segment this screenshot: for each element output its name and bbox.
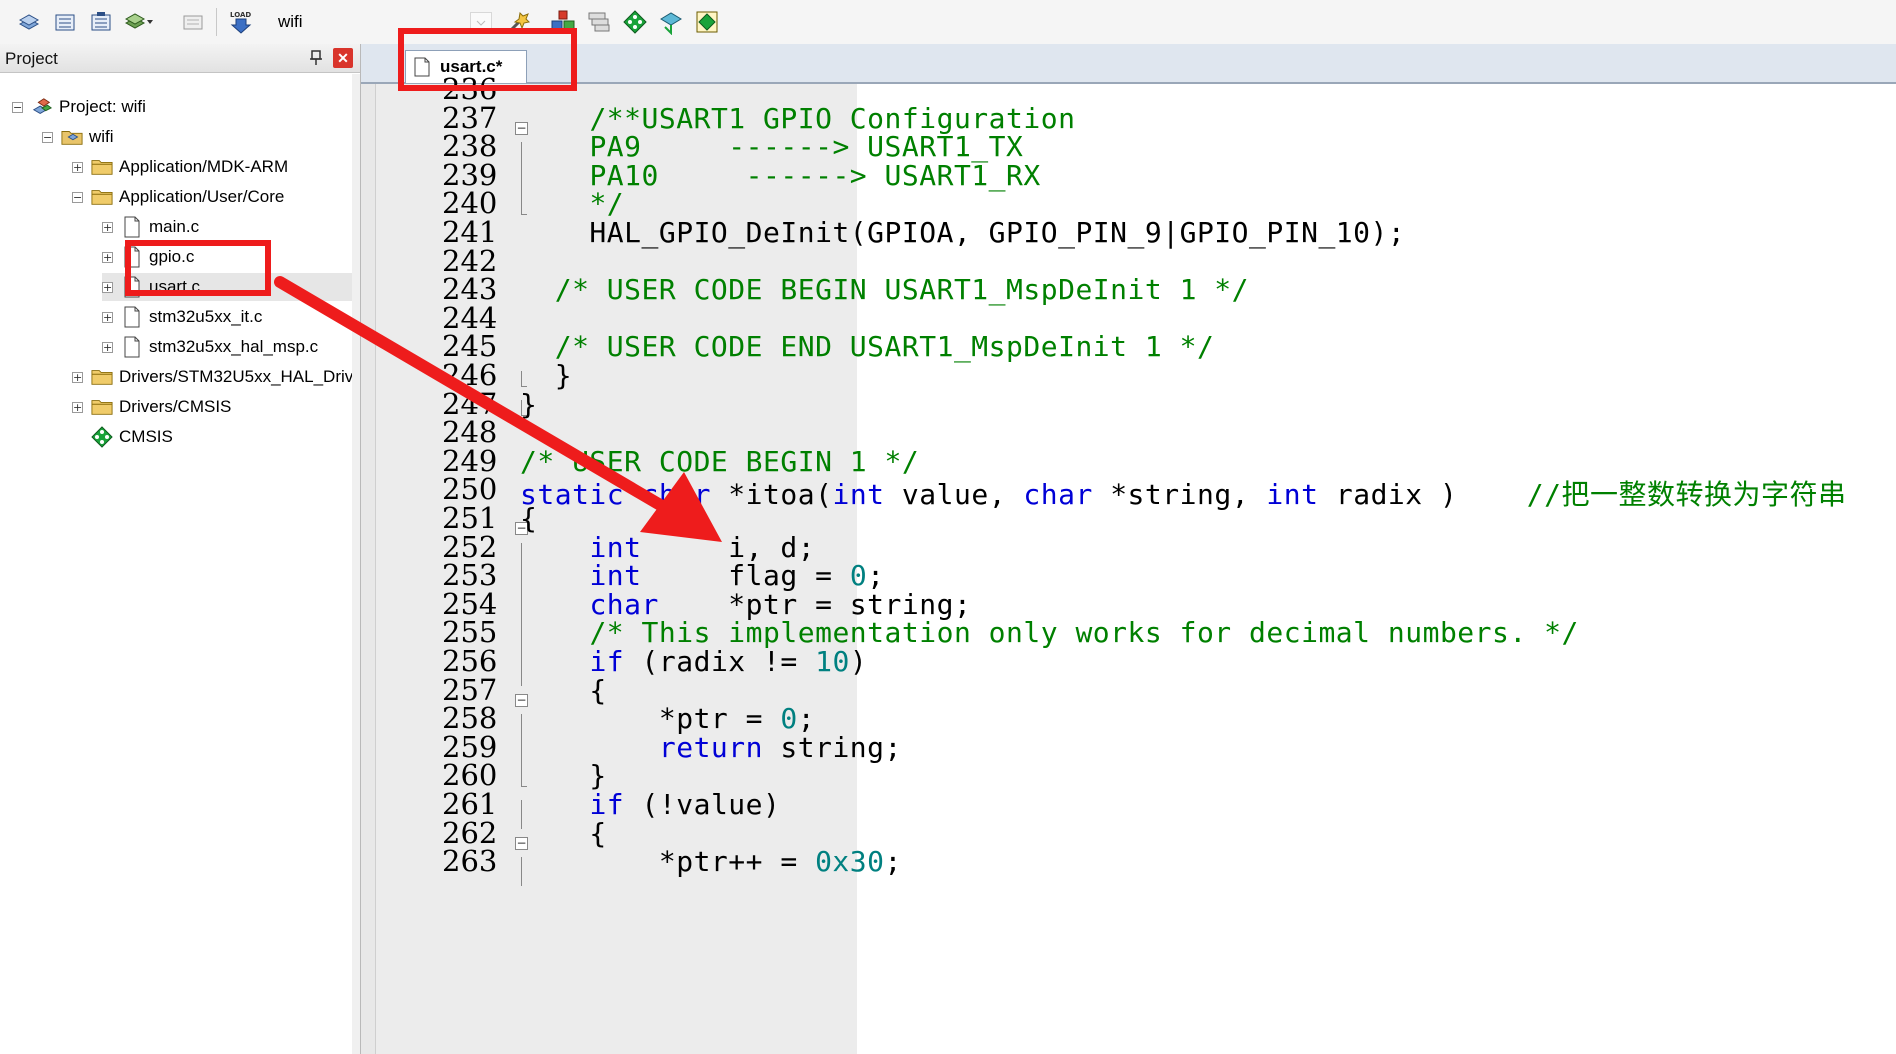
- code-line: *ptr++ = 0x30;: [520, 845, 902, 878]
- project-pane-title: Project: [5, 49, 58, 68]
- code-keyword: int: [1266, 478, 1319, 512]
- code-comment: /* USER CODE BEGIN USART1_MspDeInit 1 */: [554, 273, 1250, 307]
- tree-item[interactable]: + Drivers/CMSIS: [72, 393, 231, 421]
- stop-build-icon[interactable]: [178, 7, 208, 37]
- target-folder-icon: [61, 127, 83, 147]
- tree-item-label: Drivers/STM32U5xx_HAL_Driv: [119, 367, 354, 386]
- pack-installer-icon[interactable]: [656, 7, 686, 37]
- code-text: HAL_GPIO_DeInit(GPIOA, GPIO_PIN_9|GPIO_P…: [520, 216, 1406, 249]
- batch-build-icon[interactable]: [124, 7, 154, 37]
- collapse-icon[interactable]: −: [72, 191, 83, 203]
- project-pane: Project ✕ − Project: wifi − wifi + Applicatio…: [0, 44, 361, 1054]
- pane-scrollbar[interactable]: [352, 74, 360, 1054]
- project-icon: [31, 97, 53, 117]
- folder-icon: [91, 157, 113, 177]
- code-keyword: char: [641, 478, 711, 512]
- target-name[interactable]: wifi: [278, 12, 303, 32]
- tree-item[interactable]: + main.c: [102, 213, 199, 241]
- tree-item-label: stm32u5xx_hal_msp.c: [149, 337, 319, 356]
- folder-icon: [91, 367, 113, 387]
- cmsis-diamond-icon: [91, 426, 113, 448]
- tree-item[interactable]: − Project: wifi: [12, 93, 146, 121]
- file-icon: [121, 216, 143, 238]
- code-text: ): [849, 645, 868, 678]
- tree-item[interactable]: − wifi: [42, 123, 114, 151]
- folder-icon: [91, 187, 113, 207]
- tree-item[interactable]: − Application/User/Core: [72, 183, 284, 211]
- tree-item[interactable]: + Drivers/STM32U5xx_HAL_Driv: [72, 363, 353, 391]
- code-text: *string,: [1092, 478, 1267, 512]
- annotation-box-tab: [398, 28, 577, 91]
- code-line: }: [520, 388, 537, 421]
- code-comment: //把一整数转换为字符串: [1526, 478, 1847, 512]
- tree-item-label: CMSIS: [119, 427, 173, 446]
- green-diamond-icon[interactable]: [620, 7, 650, 37]
- build-icon[interactable]: [50, 7, 80, 37]
- code-line: static char *itoa(int value, char *strin…: [520, 473, 1847, 513]
- code-text: value,: [884, 478, 1024, 512]
- code-text: (radix !=: [624, 645, 816, 678]
- download-icon[interactable]: LOAD: [226, 7, 256, 37]
- tree-item-label: stm32u5xx_it.c: [149, 307, 263, 326]
- code-text: }: [520, 387, 538, 421]
- line-number: 263: [442, 844, 498, 879]
- expand-icon[interactable]: +: [72, 401, 83, 413]
- code-keyword: return: [658, 730, 764, 764]
- tree-item-label: Drivers/CMSIS: [119, 397, 232, 416]
- expand-icon[interactable]: +: [102, 251, 113, 263]
- code-line: HAL_GPIO_DeInit(GPIOA, GPIO_PIN_9|GPIO_P…: [520, 216, 1405, 249]
- tree-item-label: main.c: [149, 217, 200, 236]
- code-text: radix ): [1318, 478, 1527, 512]
- file-extensions-icon[interactable]: [584, 7, 614, 37]
- collapse-icon[interactable]: −: [12, 101, 23, 113]
- code-text: (!value): [624, 788, 781, 821]
- tree-item[interactable]: + stm32u5xx_it.c: [102, 303, 262, 331]
- toolbar-separator: [216, 8, 217, 36]
- code-text: string;: [763, 730, 902, 764]
- file-icon: [121, 336, 143, 358]
- editor-area: usart.c* 236 237− /**USART1 GPIO Configur…: [361, 44, 1896, 1054]
- project-pane-header: Project ✕: [0, 44, 360, 73]
- annotation-box-usart-file: [125, 240, 271, 296]
- expand-icon[interactable]: +: [102, 221, 113, 233]
- tree-item-label: Application/User/Core: [119, 187, 285, 206]
- tree-item[interactable]: + Application/MDK-ARM: [72, 153, 288, 181]
- tree-item-label: Project: wifi: [59, 97, 146, 116]
- svg-text:LOAD: LOAD: [230, 11, 251, 19]
- code-number: 10: [815, 645, 850, 678]
- collapse-icon[interactable]: −: [42, 131, 53, 143]
- expand-icon[interactable]: +: [72, 371, 83, 383]
- code-text: ;: [884, 845, 902, 879]
- code-comment: /* USER CODE END USART1_MspDeInit 1 */: [554, 330, 1215, 364]
- tree-item[interactable]: CMSIS: [72, 423, 173, 451]
- select-software-packs-icon[interactable]: [692, 7, 722, 37]
- rebuild-icon[interactable]: [86, 7, 116, 37]
- code-editor[interactable]: 236 237− /**USART1 GPIO Configuration 238 …: [361, 44, 1896, 1054]
- folder-icon: [91, 397, 113, 417]
- expand-icon[interactable]: +: [72, 161, 83, 173]
- file-icon: [121, 306, 143, 328]
- expand-icon[interactable]: +: [102, 341, 113, 353]
- pin-icon[interactable]: [306, 48, 326, 68]
- close-icon[interactable]: ✕: [333, 48, 353, 68]
- expand-icon[interactable]: +: [102, 311, 113, 323]
- expand-icon[interactable]: +: [102, 281, 113, 293]
- tree-item-label: Application/MDK-ARM: [119, 157, 289, 176]
- translate-icon[interactable]: [14, 7, 44, 37]
- tree-item-label: wifi: [89, 127, 114, 146]
- code-line: /* USER CODE END USART1_MspDeInit 1 */: [520, 330, 1214, 363]
- code-line: /* USER CODE BEGIN USART1_MspDeInit 1 */: [520, 273, 1249, 306]
- toolbar: LOAD wifi: [0, 0, 1896, 45]
- code-number: 0x30: [815, 845, 885, 879]
- code-keyword: char: [1023, 478, 1093, 512]
- code-comment: PA10 ------> USART1_RX: [589, 158, 1041, 192]
- code-text: *ptr++ =: [520, 845, 816, 879]
- tree-item[interactable]: + stm32u5xx_hal_msp.c: [102, 333, 318, 361]
- code-text: *itoa(: [710, 478, 833, 512]
- code-keyword: int: [832, 478, 885, 512]
